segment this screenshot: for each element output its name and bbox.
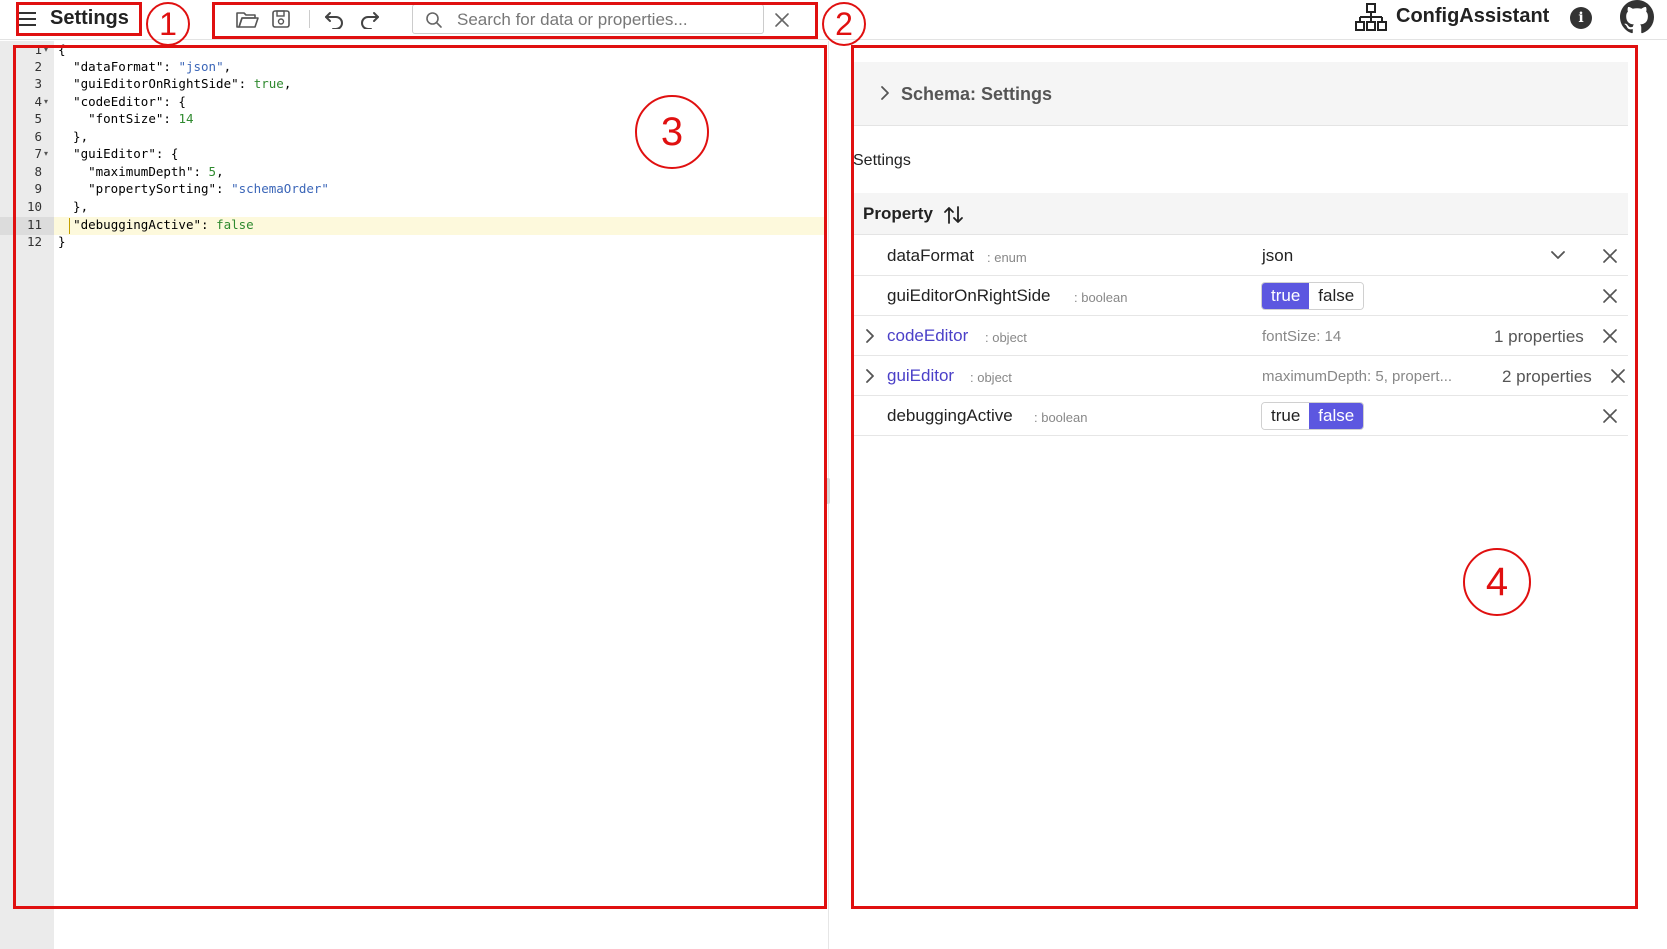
toggle-false-button[interactable]: false xyxy=(1309,283,1364,309)
property-row-codeeditor: codeEditor : object fontSize: 14 1 prope… xyxy=(853,316,1628,356)
schema-accordion[interactable]: Schema: Settings xyxy=(853,62,1628,126)
remove-property-icon[interactable] xyxy=(1601,407,1619,425)
undo-icon[interactable] xyxy=(322,6,348,32)
line-number: 3 xyxy=(34,76,42,91)
property-column-header[interactable]: Property xyxy=(863,204,933,224)
line-number: 4 xyxy=(34,94,42,109)
property-type: : boolean xyxy=(1074,290,1128,305)
line-number: 12 xyxy=(26,234,42,249)
page-title: Settings xyxy=(50,7,129,29)
property-count: 2 properties xyxy=(1502,367,1592,386)
line-number: 11 xyxy=(26,217,42,232)
chevron-right-icon[interactable] xyxy=(863,328,877,344)
search-box xyxy=(412,4,789,34)
github-icon[interactable] xyxy=(1620,0,1654,34)
property-name-link[interactable]: guiEditor xyxy=(887,366,954,386)
code-line: }, xyxy=(58,199,89,214)
brand-name: ConfigAssistant xyxy=(1396,5,1550,27)
property-name-link[interactable]: codeEditor xyxy=(887,326,968,346)
property-name: dataFormat xyxy=(887,246,974,265)
code-line: "dataFormat": "json", xyxy=(73,59,232,74)
property-type: : boolean xyxy=(1034,410,1088,425)
chevron-right-icon xyxy=(881,86,889,100)
annotation-box-4 xyxy=(851,45,1638,909)
code-line: "guiEditor": { xyxy=(73,146,179,161)
save-icon[interactable] xyxy=(268,6,294,32)
property-name: guiEditorOnRightSide xyxy=(887,286,1051,305)
line-number: 1 xyxy=(34,42,42,57)
boolean-toggle: true false xyxy=(1261,282,1365,310)
open-folder-icon[interactable] xyxy=(234,6,260,32)
enum-select-value[interactable]: json xyxy=(1262,246,1293,266)
property-type: : object xyxy=(970,370,1012,385)
toggle-true-button[interactable]: true xyxy=(1262,403,1310,429)
sort-icon[interactable] xyxy=(943,205,965,225)
property-row-debuggingactive: debuggingActive : boolean true false xyxy=(853,396,1628,436)
object-preview: fontSize: 14 xyxy=(1262,328,1342,345)
code-line: "propertySorting": "schemaOrder" xyxy=(88,181,329,196)
line-number: 10 xyxy=(26,199,42,214)
code-line: "codeEditor": { xyxy=(73,94,186,109)
property-name: debuggingActive xyxy=(887,406,1013,425)
code-line: } xyxy=(58,234,66,249)
hamburger-menu-icon[interactable] xyxy=(18,10,38,28)
code-line: "maximumDepth": 5, xyxy=(88,164,224,179)
fold-arrow-icon[interactable]: ▾ xyxy=(44,45,48,54)
top-bar: Settings ConfigAssistant i xyxy=(0,0,1667,40)
fold-arrow-icon[interactable]: ▾ xyxy=(44,149,48,158)
line-number: 2 xyxy=(34,59,42,74)
line-number: 9 xyxy=(34,181,42,196)
sitemap-icon xyxy=(1355,3,1387,31)
object-preview: maximumDepth: 5, propert... xyxy=(1262,368,1453,385)
property-type: : enum xyxy=(987,250,1027,265)
annotation-marker-3: 3 xyxy=(635,95,709,169)
toggle-true-button[interactable]: true xyxy=(1262,283,1310,309)
annotation-marker-4: 4 xyxy=(1463,548,1531,616)
code-line: { xyxy=(58,42,66,57)
chevron-right-icon[interactable] xyxy=(863,368,877,384)
line-number: 8 xyxy=(34,164,42,179)
search-input[interactable] xyxy=(457,9,727,31)
resize-handle[interactable] xyxy=(826,478,830,504)
property-table-header: Property xyxy=(853,193,1628,235)
toggle-false-button[interactable]: false xyxy=(1309,403,1364,429)
remove-property-icon[interactable] xyxy=(1601,327,1619,345)
line-number: 6 xyxy=(34,129,42,144)
boolean-toggle: true false xyxy=(1261,402,1365,430)
toolbar-separator xyxy=(309,10,310,28)
schema-title: Schema: Settings xyxy=(901,84,1053,104)
info-icon[interactable]: i xyxy=(1570,7,1592,29)
property-row-dataformat: dataFormat : enum json xyxy=(853,236,1628,276)
remove-property-icon[interactable] xyxy=(1601,287,1619,305)
line-number: 5 xyxy=(34,111,42,126)
code-line: "fontSize": 14 xyxy=(88,111,194,126)
code-line: "debuggingActive": false xyxy=(73,217,254,232)
redo-icon[interactable] xyxy=(356,6,382,32)
fold-arrow-icon[interactable]: ▾ xyxy=(44,97,48,106)
remove-property-icon[interactable] xyxy=(1601,247,1619,265)
property-row-guieditoronrightside: guiEditorOnRightSide : boolean true fals… xyxy=(853,276,1628,316)
chevron-down-icon[interactable] xyxy=(1550,250,1566,260)
search-icon xyxy=(426,12,442,28)
line-number: 7 xyxy=(34,146,42,161)
property-type: : object xyxy=(985,330,1027,345)
code-line: "guiEditorOnRightSide": true, xyxy=(73,76,292,91)
section-label: Settings xyxy=(853,152,911,169)
clear-search-icon[interactable] xyxy=(773,11,791,29)
property-count: 1 properties xyxy=(1494,327,1584,346)
remove-property-icon[interactable] xyxy=(1609,367,1627,385)
code-line: }, xyxy=(58,129,89,144)
property-row-guieditor: guiEditor : object maximumDepth: 5, prop… xyxy=(853,356,1628,396)
